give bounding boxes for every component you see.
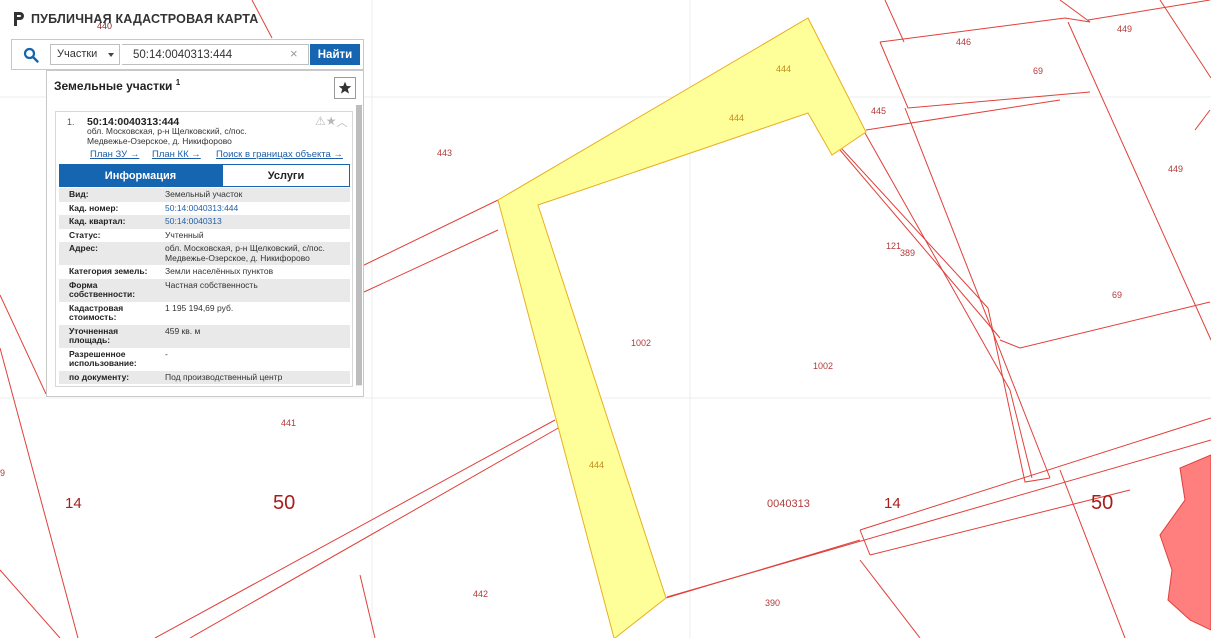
panel-title-text: Земельные участки (54, 79, 173, 93)
map-label-parcel: 449 (1117, 24, 1133, 34)
search-bar: Участки × Найти (11, 39, 364, 70)
object-type-select[interactable]: Участки (50, 44, 120, 65)
info-key: Статус: (69, 229, 101, 240)
info-row: Уточненная площадь: 459 кв. м (59, 324, 350, 348)
building-footprint (1159, 454, 1211, 631)
scrollbar-thumb[interactable] (356, 105, 362, 385)
warning-icon[interactable]: ⚠ (315, 114, 326, 130)
map-label-region: 50 (273, 492, 296, 514)
info-value: 459 кв. м (165, 325, 201, 336)
result-number: 1. (67, 117, 75, 127)
map-label-parcel: 69 (1112, 290, 1123, 300)
info-key: Категория земель: (69, 266, 148, 276)
info-value: обл. Московская, р-н Щелковский, с/пос. … (165, 243, 325, 263)
search-input[interactable] (122, 44, 309, 65)
info-key: Разрешенное использование: (69, 348, 137, 368)
info-row: по документу: Под производственный центр (59, 370, 350, 384)
info-row: Статус: Учтенный (59, 229, 350, 243)
quarter-link[interactable]: 50:14:0040313 (154, 216, 350, 227)
map-label-parcel: 390 (765, 598, 781, 608)
info-key: Кад. номер: (69, 202, 119, 213)
chevron-down-icon (108, 53, 114, 57)
info-value: Земельный участок (165, 189, 243, 199)
star-icon (338, 81, 352, 94)
result-card[interactable]: 1. 50:14:0040313:444 обл. Московская, р-… (55, 111, 353, 387)
star-icon[interactable]: ★ (326, 114, 337, 130)
search-in-bounds-link[interactable]: Поиск в границах объекта → (216, 149, 343, 160)
map-label-parcel: 69 (1033, 66, 1044, 76)
panel-title: Земельные участки 1 (54, 78, 180, 93)
map-label-parcel: 9 (0, 468, 6, 478)
clear-icon[interactable]: × (290, 45, 298, 63)
selected-parcel[interactable] (497, 17, 867, 638)
results-panel: Земельные участки 1 1. 50:14:0040313:444… (46, 70, 364, 397)
map-label-parcel: 1002 (813, 361, 834, 371)
info-key: Адрес: (69, 243, 98, 253)
info-row: Категория земель: Земли населённых пункто… (59, 265, 350, 279)
map-label-parcel: 449 (1168, 164, 1184, 174)
info-row: Кад. квартал: 50:14:0040313 (59, 215, 350, 229)
info-row: Кадастровая стоимость: 1 195 194,69 руб. (59, 302, 350, 325)
map-label-parcel: 442 (473, 589, 489, 599)
rosreestr-logo-icon (14, 12, 24, 26)
map-label-parcel: 1002 (631, 338, 652, 348)
panel-scrollbar[interactable] (356, 105, 362, 386)
map-label-district: 14 (65, 495, 82, 512)
info-key: по документу: (69, 371, 130, 382)
info-row: Адрес: обл. Московская, р-н Щелковский, с… (59, 242, 350, 265)
map-label-parcel: 121 (886, 241, 902, 251)
info-row: Вид: Земельный участок (59, 188, 350, 202)
result-address-line: Медвежье-Озерское, д. Никифорово (87, 135, 232, 146)
info-key: Кадастровая стоимость: (69, 302, 124, 322)
chevron-up-icon[interactable]: ︿ (337, 114, 348, 130)
info-key: Кад. квартал: (69, 216, 126, 226)
map-label-parcel: 389 (900, 248, 916, 258)
info-value: Земли населённых пунктов (165, 266, 274, 276)
app-header: ПУБЛИЧНАЯ КАДАСТРОВАЯ КАРТА (11, 8, 258, 30)
result-count: 1 (175, 78, 181, 87)
map-label-district: 14 (884, 495, 901, 512)
favorites-button[interactable] (334, 77, 356, 99)
map-label-quarter: 0040313 (767, 498, 810, 510)
info-key: Вид: (69, 189, 89, 199)
info-value: 1 195 194,69 руб. (165, 302, 234, 313)
find-button[interactable]: Найти (310, 44, 360, 65)
plan-kk-link[interactable]: План КК → (152, 149, 201, 160)
map-label-parcel: 445 (871, 106, 887, 116)
result-address: обл. Московская, р-н Щелковский, с/пос. … (87, 126, 287, 146)
cadnum-link[interactable]: 50:14:0040313:444 (154, 203, 350, 214)
info-value: - (165, 348, 168, 359)
map-label-parcel: 443 (437, 148, 453, 158)
info-value: Частная собственность (165, 279, 258, 290)
info-table: Вид: Земельный участок Кад. номер: 50:14:0… (59, 188, 350, 384)
info-key: Форма собственности: (69, 279, 136, 299)
card-actions: ⚠ ★ ︿ (315, 114, 348, 130)
tab-info[interactable]: Информация (59, 164, 222, 187)
map-label-selected: 444 (589, 460, 605, 470)
info-value: Учтенный (165, 229, 204, 240)
object-type-label: Участки (57, 48, 98, 60)
map-label-region: 50 (1091, 492, 1114, 514)
map-label-selected: 444 (729, 113, 745, 123)
info-row: Разрешенное использование: - (59, 348, 350, 371)
info-row: Кад. номер: 50:14:0040313:444 (59, 202, 350, 216)
map-label-selected: 444 (776, 64, 792, 74)
search-icon[interactable] (23, 47, 39, 63)
info-key: Уточненная площадь: (69, 325, 119, 345)
app-title: ПУБЛИЧНАЯ КАДАСТРОВАЯ КАРТА (31, 12, 259, 26)
info-value: Под производственный центр (165, 371, 283, 382)
map-label-parcel: 441 (281, 418, 297, 428)
plan-zu-link[interactable]: План ЗУ → (90, 149, 139, 160)
map-label-parcel: 446 (956, 37, 972, 47)
info-row: Форма собственности: Частная собственност… (59, 278, 350, 302)
tab-services[interactable]: Услуги (222, 164, 350, 187)
